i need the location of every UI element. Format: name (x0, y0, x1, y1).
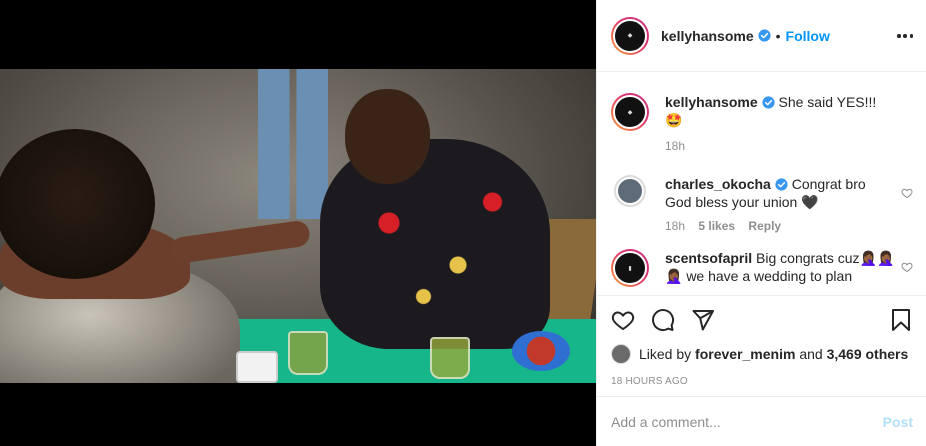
avatar-image (616, 177, 644, 205)
comment: charles_okocha Congrat bro God bless you… (611, 175, 913, 211)
post-button[interactable]: Post (883, 414, 913, 430)
header-username[interactable]: kellyhansome (661, 28, 754, 44)
add-comment-bar: Post (597, 396, 926, 446)
verified-badge-icon (775, 178, 788, 191)
avatar-image: ◆ (613, 95, 647, 129)
header-separator: • (775, 27, 781, 44)
avatar[interactable] (614, 175, 646, 207)
action-icons (611, 296, 913, 344)
photo-man-head (345, 89, 430, 184)
photo-glass (288, 331, 328, 375)
follow-button[interactable]: Follow (786, 28, 830, 44)
caption-username[interactable]: kellyhansome (665, 94, 758, 110)
post-photo[interactable] (0, 69, 596, 383)
photo-man-shirt (320, 139, 550, 349)
photo-legs (258, 69, 328, 219)
post-panel: ◆ kellyhansome • Follow ◆ kellyhansome S… (596, 0, 926, 446)
avatar[interactable]: ◆ (611, 16, 649, 55)
liked-prefix: Liked by (639, 346, 692, 362)
avatar-image: ◆ (613, 18, 647, 53)
share-icon[interactable] (691, 308, 715, 332)
verified-badge-icon (758, 29, 771, 42)
caption-meta: 18h (611, 139, 913, 153)
comments-list[interactable]: ◆ kellyhansome She said YES!!! 🤩 18h cha… (597, 73, 926, 295)
post-media[interactable] (0, 0, 596, 446)
liked-by: Liked by forever_menim and 3,469 others (611, 344, 913, 364)
post-actions: Liked by forever_menim and 3,469 others … (597, 295, 926, 395)
caption: ◆ kellyhansome She said YES!!! 🤩 (611, 93, 913, 131)
comment-icon[interactable] (651, 308, 675, 332)
post-header: ◆ kellyhansome • Follow (597, 0, 926, 72)
caption-age[interactable]: 18h (665, 139, 685, 153)
heart-icon[interactable] (611, 308, 635, 332)
comment-likes[interactable]: 5 likes (698, 219, 735, 233)
comment: ▮ scentsofapril Big congrats cuz🤦🏾‍♀️🤦🏾‍… (611, 249, 913, 287)
heart-icon[interactable] (901, 187, 913, 199)
avatar-image: ▮ (613, 251, 647, 285)
photo-woman-hair (0, 129, 155, 279)
avatar[interactable] (611, 344, 631, 364)
avatar[interactable]: ▮ (611, 249, 649, 287)
liked-user[interactable]: forever_menim (695, 346, 795, 362)
comment-meta: 18h 5 likes Reply (611, 219, 913, 233)
comment-username[interactable]: scentsofapril (665, 250, 752, 266)
photo-glass (430, 337, 470, 379)
comment-age[interactable]: 18h (665, 219, 685, 233)
add-comment-input[interactable] (611, 413, 883, 430)
avatar[interactable]: ◆ (611, 93, 649, 131)
comment-username[interactable]: charles_okocha (665, 176, 771, 192)
liked-others[interactable]: 3,469 others (827, 346, 909, 362)
liked-and: and (799, 346, 823, 362)
reply-button[interactable]: Reply (748, 219, 781, 233)
post-timestamp[interactable]: 18 HOURS AGO (611, 376, 913, 387)
verified-badge-icon (762, 96, 775, 109)
more-dots-icon[interactable] (895, 26, 915, 46)
heart-icon[interactable] (901, 261, 913, 273)
photo-bag (512, 331, 570, 371)
instagram-post: ◆ kellyhansome • Follow ◆ kellyhansome S… (0, 0, 926, 446)
photo-phone (236, 351, 278, 383)
bookmark-icon[interactable] (889, 308, 913, 332)
